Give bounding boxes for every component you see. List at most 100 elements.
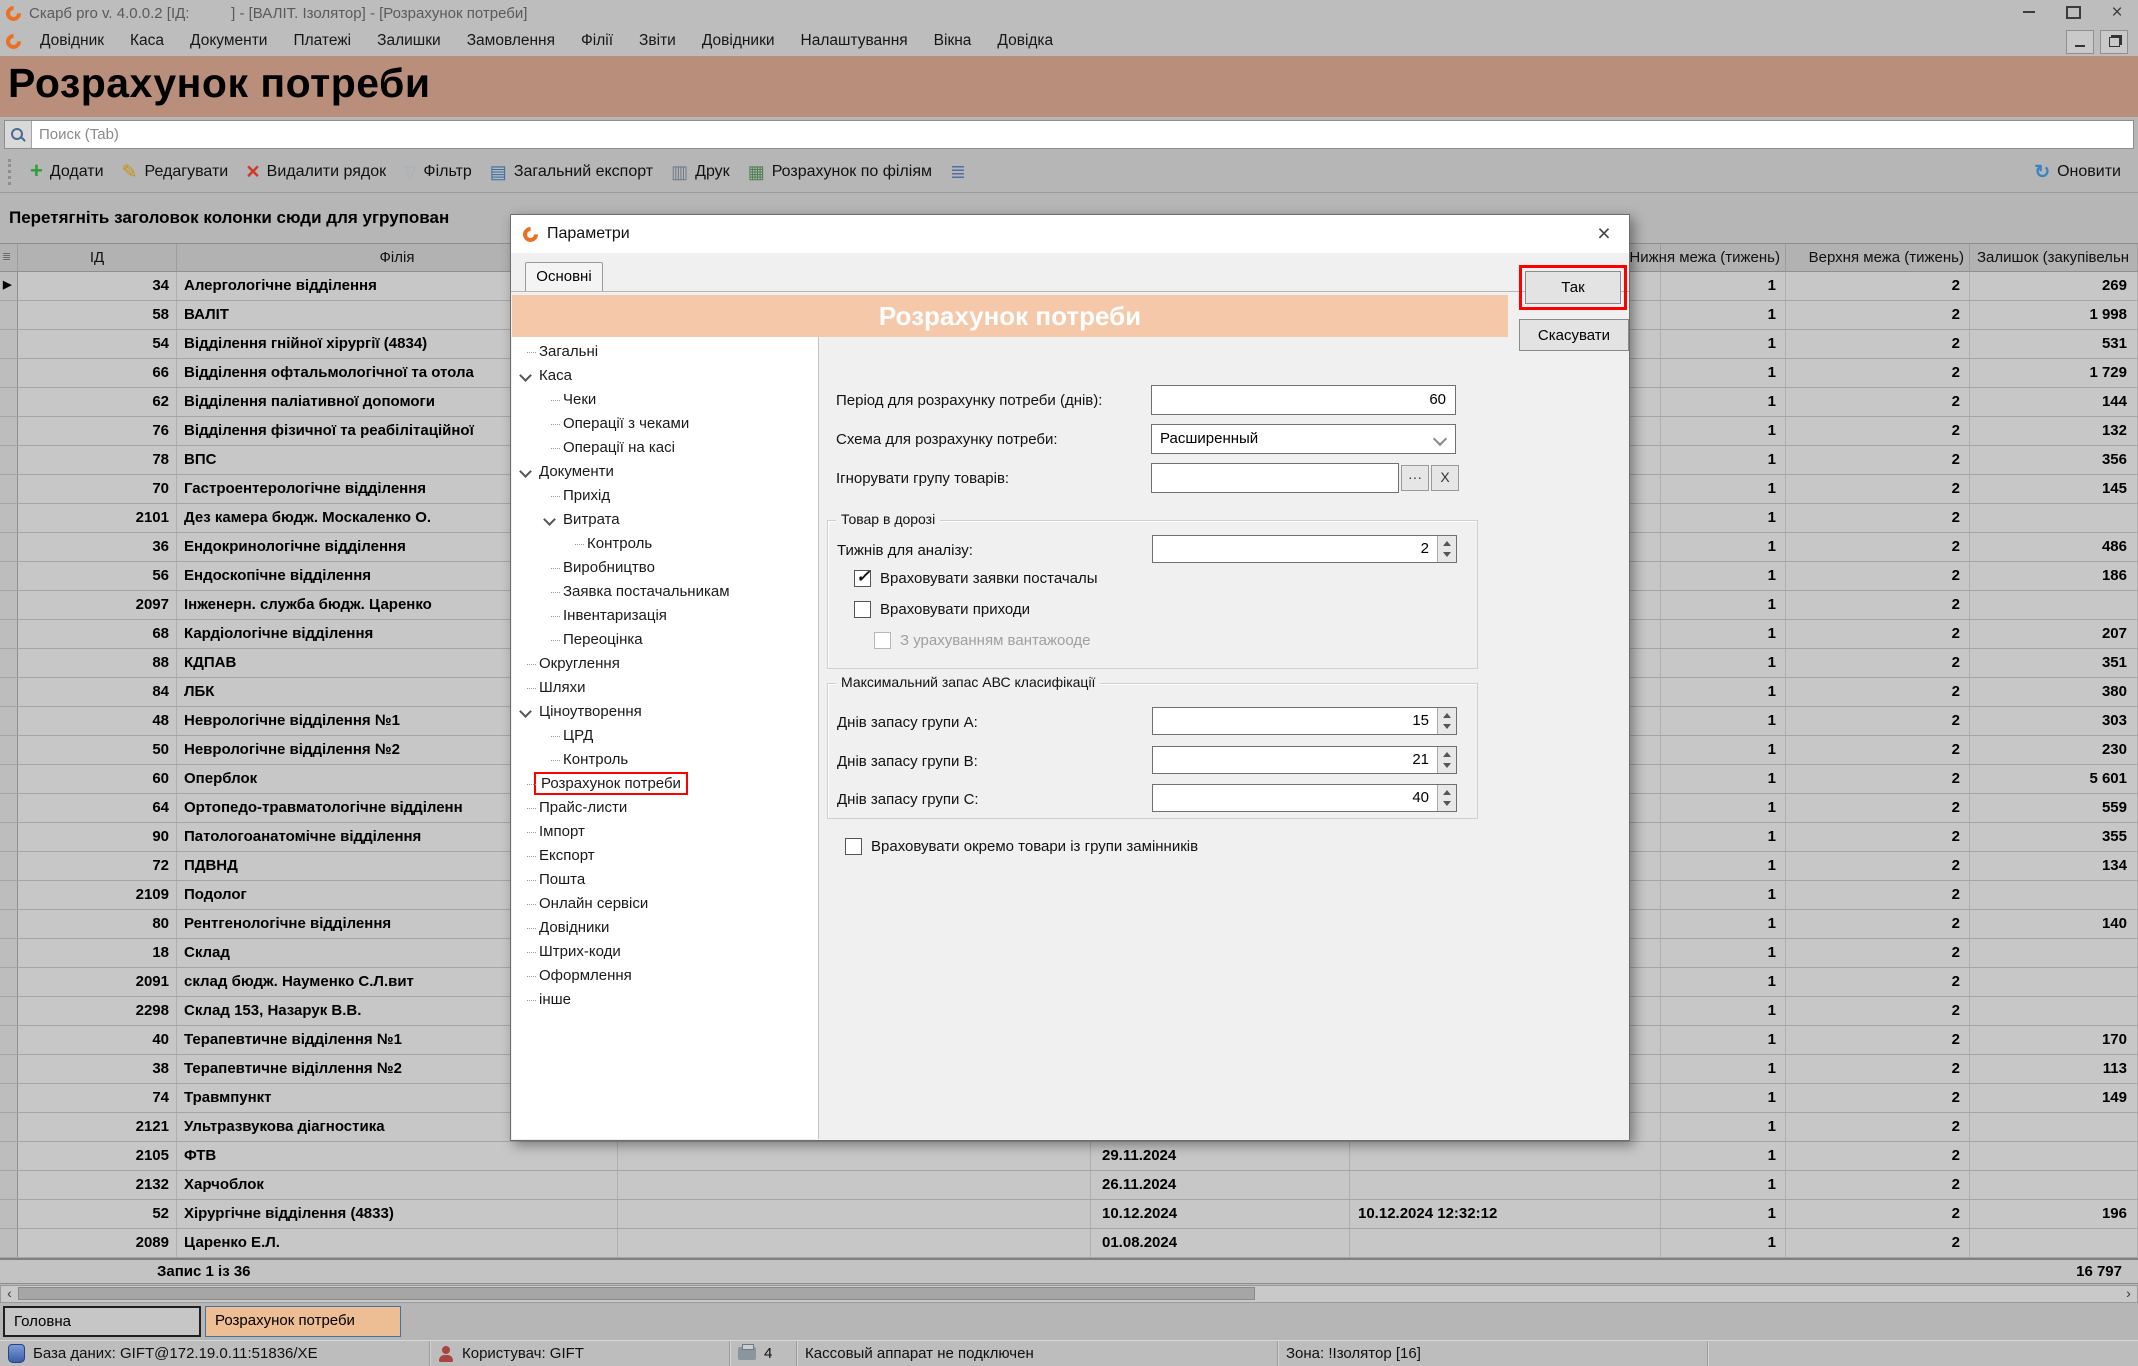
menu-item[interactable]: Довідники (689, 32, 788, 50)
group-a-stepper[interactable]: 15 (1152, 707, 1457, 735)
tree-item[interactable]: Прайс-листи (512, 796, 818, 820)
spinner-buttons-icon[interactable] (1437, 785, 1456, 811)
column-header-id[interactable]: ІД (18, 244, 177, 271)
toolbar-button[interactable]: Друк (662, 157, 739, 187)
tree-item[interactable]: Інвентаризація (512, 604, 818, 628)
clear-button[interactable]: X (1431, 465, 1459, 491)
tab-main[interactable]: Основні (525, 262, 603, 292)
tree-item[interactable]: Виробництво (512, 556, 818, 580)
ignore-group-input[interactable] (1151, 463, 1399, 493)
tree-item[interactable]: Розрахунок потреби (512, 772, 818, 796)
group-b-stepper[interactable]: 21 (1152, 746, 1457, 774)
menu-item[interactable]: Каса (117, 32, 177, 50)
scroll-left-icon[interactable] (1, 1286, 18, 1302)
tree-item[interactable]: інше (512, 988, 818, 1012)
dialog-close-icon[interactable] (1587, 218, 1621, 248)
tree-item[interactable]: Ціноутворення (512, 700, 818, 724)
cancel-button[interactable]: Скасувати (1519, 319, 1629, 351)
tree-item[interactable]: Заявка постачальникам (512, 580, 818, 604)
ok-button[interactable]: Так (1525, 271, 1621, 304)
tree-item[interactable]: Пошта (512, 868, 818, 892)
group-by-hint[interactable]: Перетягніть заголовок колонки сюди для у… (0, 193, 449, 243)
search-input[interactable]: Поиск (Tab) (4, 120, 2134, 149)
checkbox-icon[interactable] (854, 570, 871, 587)
menu-item[interactable]: Документи (177, 32, 280, 50)
tree-item[interactable]: Експорт (512, 844, 818, 868)
minimize-icon[interactable] (2014, 2, 2044, 22)
arrivals-checkbox-row[interactable]: Враховувати приходи (854, 601, 1030, 618)
column-header-upper-limit[interactable]: Верхня межа (тижень) (1786, 244, 1970, 271)
spinner-buttons-icon[interactable] (1437, 708, 1456, 734)
header-corner[interactable] (0, 244, 18, 271)
toolbar-button[interactable]: Фільтр (395, 157, 481, 187)
chevron-down-icon[interactable] (519, 465, 532, 478)
close-icon[interactable]: × (2102, 2, 2132, 22)
toolbar-button[interactable]: Видалити рядок (237, 157, 395, 187)
scroll-right-icon[interactable] (2120, 1286, 2137, 1302)
chevron-down-icon[interactable] (519, 369, 532, 382)
tree-item[interactable]: Контроль (512, 532, 818, 556)
period-input[interactable]: 60 (1151, 385, 1456, 415)
tree-item[interactable]: Округлення (512, 652, 818, 676)
horizontal-scrollbar[interactable] (0, 1285, 2138, 1303)
tab-home[interactable]: Головна (3, 1306, 201, 1337)
tab-calculation[interactable]: Розрахунок потреби (205, 1306, 401, 1337)
weeks-stepper[interactable]: 2 (1152, 535, 1457, 563)
tree-item[interactable]: Шляхи (512, 676, 818, 700)
substitutes-checkbox-row[interactable]: Враховувати окремо товари із групи замін… (845, 838, 1198, 855)
tree-item[interactable]: Чеки (512, 388, 818, 412)
toolbar-button[interactable] (941, 157, 982, 187)
group-c-stepper[interactable]: 40 (1152, 784, 1457, 812)
spinner-buttons-icon[interactable] (1437, 536, 1456, 562)
refresh-button[interactable]: Оновити (2025, 157, 2130, 187)
menu-item[interactable]: Залишки (364, 32, 454, 50)
tree-item[interactable]: Операції на касі (512, 436, 818, 460)
tree-item[interactable]: Довідники (512, 916, 818, 940)
toolbar-button[interactable]: Розрахунок по філіям (739, 157, 941, 187)
menu-item[interactable]: Філії (568, 32, 626, 50)
browse-button[interactable]: ··· (1401, 465, 1429, 491)
toolbar-button[interactable]: Додати (21, 157, 113, 187)
tree-item[interactable]: Каса (512, 364, 818, 388)
menu-item[interactable]: Налаштування (788, 32, 921, 50)
tree-item[interactable]: ЦРД (512, 724, 818, 748)
tree-item[interactable]: Оформлення (512, 964, 818, 988)
search-button[interactable] (5, 121, 32, 148)
checkbox-icon[interactable] (854, 601, 871, 618)
table-row[interactable]: 2105 ФТВ 29.11.2024 1 2 (0, 1142, 2138, 1171)
chevron-down-icon[interactable] (543, 513, 556, 526)
child-minimize-icon[interactable] (2066, 30, 2094, 54)
maximize-icon[interactable] (2058, 2, 2088, 22)
tree-item[interactable]: Переоцінка (512, 628, 818, 652)
table-row[interactable]: 2132 Харчоблок 26.11.2024 1 2 (0, 1171, 2138, 1200)
menu-item[interactable]: Довідка (984, 32, 1066, 50)
scheme-select[interactable]: Расширенный (1151, 424, 1456, 454)
chevron-down-icon[interactable] (519, 705, 532, 718)
spinner-buttons-icon[interactable] (1437, 747, 1456, 773)
menu-item[interactable]: Довідник (27, 32, 117, 50)
scrollbar-thumb[interactable] (18, 1287, 1255, 1300)
tree-item[interactable]: Онлайн сервіси (512, 892, 818, 916)
tree-item[interactable]: Контроль (512, 748, 818, 772)
menu-item[interactable]: Вікна (921, 32, 985, 50)
table-row[interactable]: 52 Хірургічне відділення (4833) 10.12.20… (0, 1200, 2138, 1229)
toolbar-button[interactable]: Загальний експорт (481, 157, 662, 187)
column-header-lower-limit[interactable]: Нижня межа (тижень) (1661, 244, 1786, 271)
dialog-title-bar[interactable]: Параметри (511, 215, 1629, 253)
child-restore-icon[interactable] (2100, 30, 2128, 54)
menu-item[interactable]: Звіти (626, 32, 689, 50)
toolbar-button[interactable]: Редагувати (113, 157, 238, 187)
tree-item[interactable]: Прихід (512, 484, 818, 508)
tree-item[interactable]: Витрата (512, 508, 818, 532)
column-header-stock[interactable]: Залишок (закупівельн (1970, 244, 2138, 271)
tree-item[interactable]: Штрих-коди (512, 940, 818, 964)
orders-checkbox-row[interactable]: Враховувати заявки постачалы (854, 570, 1098, 587)
tree-item[interactable]: Документи (512, 460, 818, 484)
checkbox-icon[interactable] (845, 838, 862, 855)
menu-item[interactable]: Платежі (280, 32, 364, 50)
tree-item[interactable]: Імпорт (512, 820, 818, 844)
toolbar-grip[interactable] (8, 159, 11, 185)
tree-item[interactable]: Загальні (512, 340, 818, 364)
tree-item[interactable]: Операції з чеками (512, 412, 818, 436)
table-row[interactable]: 2089 Царенко Е.Л. 01.08.2024 1 2 (0, 1229, 2138, 1258)
